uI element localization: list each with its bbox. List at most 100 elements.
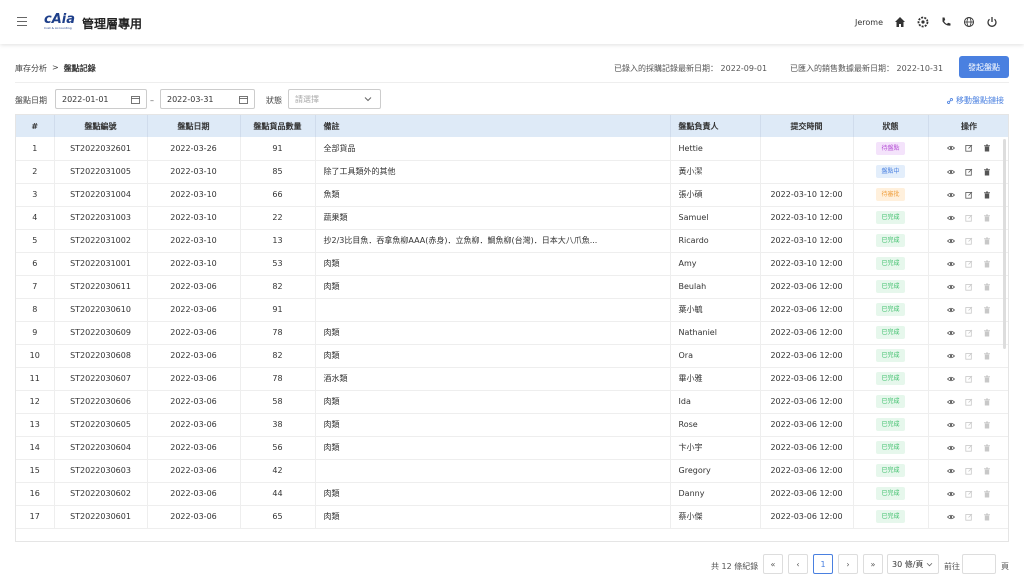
edit-icon[interactable] [965,191,973,199]
delete-icon [983,375,991,383]
view-icon[interactable] [947,398,955,406]
status-badge: 待審批 [876,188,905,201]
actions-cell [928,436,1008,460]
view-icon[interactable] [947,444,955,452]
view-icon[interactable] [947,421,955,429]
chevron-down-icon [364,97,372,102]
next-page-button[interactable]: › [838,554,858,574]
phone-icon[interactable] [940,16,952,28]
view-icon[interactable] [947,513,955,521]
view-icon[interactable] [947,375,955,383]
row-number: 13 [16,413,55,437]
table-scrollbar[interactable] [1003,139,1006,349]
owner: Ricardo [670,229,761,253]
count-records-table: # 盤點編號 盤點日期 盤點貨品數量 備註 盤點負責人 提交時間 狀態 操作 1 ST202203… [15,114,1009,542]
view-icon[interactable] [947,283,955,291]
goto-label: 前往 [944,562,960,571]
power-icon[interactable] [986,16,998,28]
table-row: 15 ST2022030603 2022-03-06 42 Gregory 2022-03… [16,459,1008,483]
owner: 葉小毓 [670,298,761,322]
view-icon[interactable] [947,260,955,268]
submitted-time: 2022-03-10 12:00 [760,229,854,253]
status-badge: 已完成 [876,418,905,431]
submitted-time: 2022-03-06 12:00 [760,459,854,483]
first-page-button[interactable]: « [763,554,783,574]
view-icon[interactable] [947,214,955,222]
delete-icon[interactable] [983,168,991,176]
table-header-row: # 盤點編號 盤點日期 盤點貨品數量 備註 盤點負責人 提交時間 狀態 操作 [16,115,1008,137]
item-quantity: 58 [240,390,316,414]
status-select[interactable]: 請選擇 [288,89,381,109]
view-icon[interactable] [947,144,955,152]
view-icon[interactable] [947,191,955,199]
view-icon[interactable] [947,306,955,314]
delete-icon [983,329,991,337]
status-badge: 盤點中 [876,165,905,178]
edit-icon[interactable] [965,144,973,152]
breadcrumb-parent[interactable]: 庫存分析 [15,63,47,74]
edit-icon [965,214,973,222]
view-icon[interactable] [947,352,955,360]
home-icon[interactable] [894,16,906,28]
goto-page-input[interactable] [962,554,996,574]
delete-icon [983,444,991,452]
edit-icon [965,352,973,360]
status-cell: 已完成 [853,229,929,253]
table-row: 4 ST2022031003 2022-03-10 22 蔬果類 Samuel 2022-0… [16,206,1008,230]
edit-icon [965,260,973,268]
sales-date-value: 2022-10-31 [896,64,944,73]
remark: 肉類 [315,252,671,276]
table-row: 3 ST2022031004 2022-03-10 66 魚類 張小碩 2022-03-10… [16,183,1008,207]
date-from-input[interactable]: 2022-01-01 [55,89,147,109]
edit-icon [965,421,973,429]
table-row: 8 ST2022030610 2022-03-06 91 葉小毓 2022-03-06 1… [16,298,1008,322]
page-size-select[interactable]: 30 條/頁 [887,554,939,574]
purchase-date-value: 2022-09-01 [720,64,768,73]
column-header: 提交時間 [760,115,854,137]
view-icon[interactable] [947,490,955,498]
status-badge: 待盤點 [876,141,905,155]
row-number: 16 [16,482,55,506]
start-count-button[interactable]: 發起盤點 [959,56,1009,78]
actions-cell [928,160,1008,184]
menu-icon[interactable] [17,17,27,27]
status-filter-label: 狀態 [266,96,282,105]
view-icon[interactable] [947,467,955,475]
logo-text: cAia [44,12,75,27]
delete-icon[interactable] [983,144,991,152]
owner: Nathaniel [670,321,761,345]
edit-icon [965,306,973,314]
date-to-input[interactable]: 2022-03-31 [160,89,255,109]
edit-icon [965,398,973,406]
page-number-button[interactable]: 1 [813,554,833,574]
date-filter-label: 盤點日期 [15,96,47,105]
row-number: 8 [16,298,55,322]
count-date: 2022-03-10 [147,206,241,230]
delete-icon[interactable] [983,191,991,199]
view-icon[interactable] [947,329,955,337]
last-page-button[interactable]: » [863,554,883,574]
actions-cell [928,367,1008,391]
remark: 抄2/3比目魚．吞拿魚柳AAA(赤身)．立魚柳．鯛魚柳(台灣)．日本大八爪魚..… [315,229,671,253]
count-id: ST2022030603 [54,459,148,483]
remark [315,459,671,483]
prev-page-button[interactable]: ‹ [788,554,808,574]
item-quantity: 42 [240,459,316,483]
row-number: 17 [16,505,55,529]
gear-icon[interactable] [917,16,929,28]
delete-icon [983,490,991,498]
owner: Amy [670,252,761,276]
move-count-link-label: 移動盤點鏈接 [956,96,1004,105]
edit-icon[interactable] [965,168,973,176]
submitted-time [760,137,854,161]
count-id: ST2022030609 [54,321,148,345]
item-quantity: 82 [240,275,316,299]
item-quantity: 82 [240,344,316,368]
count-date: 2022-03-06 [147,344,241,368]
row-number: 9 [16,321,55,345]
view-icon[interactable] [947,237,955,245]
move-count-link[interactable]: 移動盤點鏈接 [946,95,1004,106]
view-icon[interactable] [947,168,955,176]
globe-icon[interactable] [963,16,975,28]
user-name[interactable]: Jerome [855,18,883,27]
